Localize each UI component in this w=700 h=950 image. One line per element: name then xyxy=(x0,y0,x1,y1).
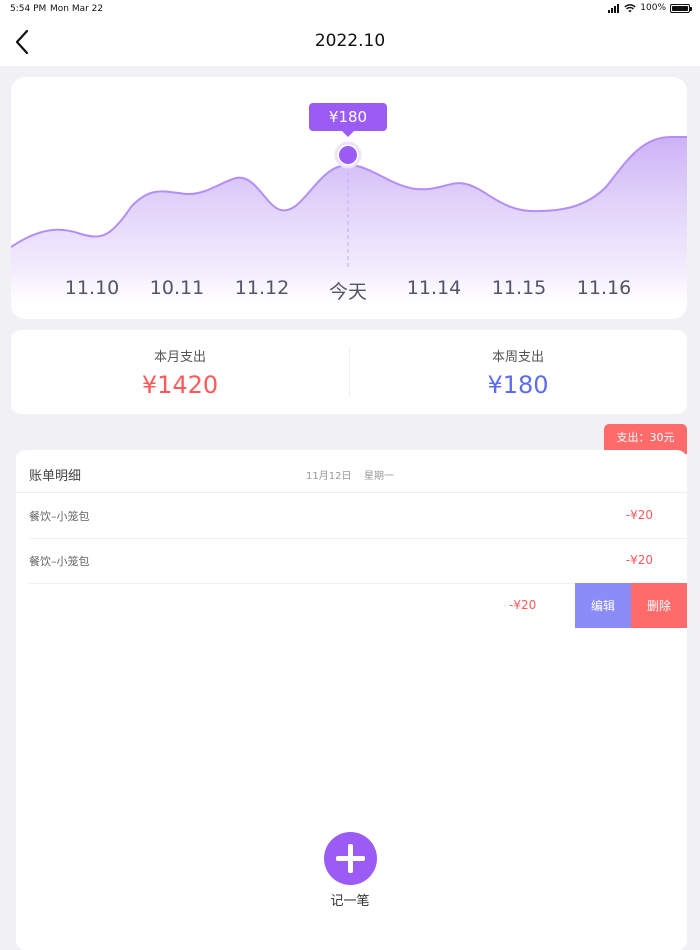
swiped-list-item[interactable]: -¥20 编辑 删除 xyxy=(29,583,687,628)
list-item[interactable]: 餐饮–小笼包 -¥20 xyxy=(29,493,687,539)
x-tick-label[interactable]: 今天 xyxy=(318,277,378,304)
status-time: 5:54 PM xyxy=(10,4,47,14)
signal-icon xyxy=(608,3,620,13)
bill-item-name: 餐饮–小笼包 xyxy=(29,555,90,568)
chart-tooltip: ¥180 xyxy=(309,103,387,131)
status-bar: 5:54 PM Mon Mar 22 100% xyxy=(0,0,700,18)
month-summary: 本月支出 ¥1420 xyxy=(11,330,349,414)
list-item[interactable]: 餐饮–小笼包 -¥20 xyxy=(29,538,687,584)
month-expense-label: 本月支出 xyxy=(153,350,206,365)
bill-weekday: 星期一 xyxy=(364,471,394,482)
summary-card: 本月支出 ¥1420 本周支出 ¥180 xyxy=(11,330,687,414)
week-expense-label: 本周支出 xyxy=(491,350,544,365)
highlight-point-dot xyxy=(339,146,357,164)
bill-header: 账单明细 11月12日 星期一 xyxy=(16,450,687,493)
week-summary: 本周支出 ¥180 xyxy=(349,330,687,414)
month-expense-value: ¥1420 xyxy=(141,371,219,399)
week-expense-value: ¥180 xyxy=(487,371,549,399)
add-record-label: 记一笔 xyxy=(330,894,370,909)
tooltip-pointer xyxy=(342,131,354,137)
delete-button[interactable]: 删除 xyxy=(631,583,687,628)
bill-item-amount: -¥20 xyxy=(625,553,653,567)
bill-item-name: 餐饮–小笼包 xyxy=(29,510,90,523)
x-tick-label[interactable]: 10.11 xyxy=(147,277,207,299)
page-title: 2022.10 xyxy=(314,31,386,51)
bill-title: 账单明细 xyxy=(29,469,82,484)
wifi-icon xyxy=(624,3,636,12)
edit-button[interactable]: 编辑 xyxy=(575,583,631,628)
x-tick-label[interactable]: 11.15 xyxy=(489,277,549,299)
battery-icon xyxy=(670,3,692,13)
bill-item-amount: -¥20 xyxy=(625,508,653,522)
nav-bar: 2022.10 xyxy=(0,18,700,66)
x-tick-label[interactable]: 11.10 xyxy=(62,277,122,299)
x-tick-label[interactable]: 11.14 xyxy=(404,277,464,299)
battery-percent: 100% xyxy=(640,3,666,13)
status-date: Mon Mar 22 xyxy=(50,4,104,14)
add-record-button[interactable] xyxy=(324,832,377,885)
x-tick-label[interactable]: 11.12 xyxy=(232,277,292,299)
x-tick-label[interactable]: 11.16 xyxy=(574,277,634,299)
bill-date: 11月12日 xyxy=(306,471,352,482)
bill-item-amount: -¥20 xyxy=(509,598,537,612)
chart-card: ¥180 11.10 10.11 11.12 今天 11.14 11.15 11.16 xyxy=(11,77,687,319)
status-right: 100% xyxy=(608,3,692,13)
